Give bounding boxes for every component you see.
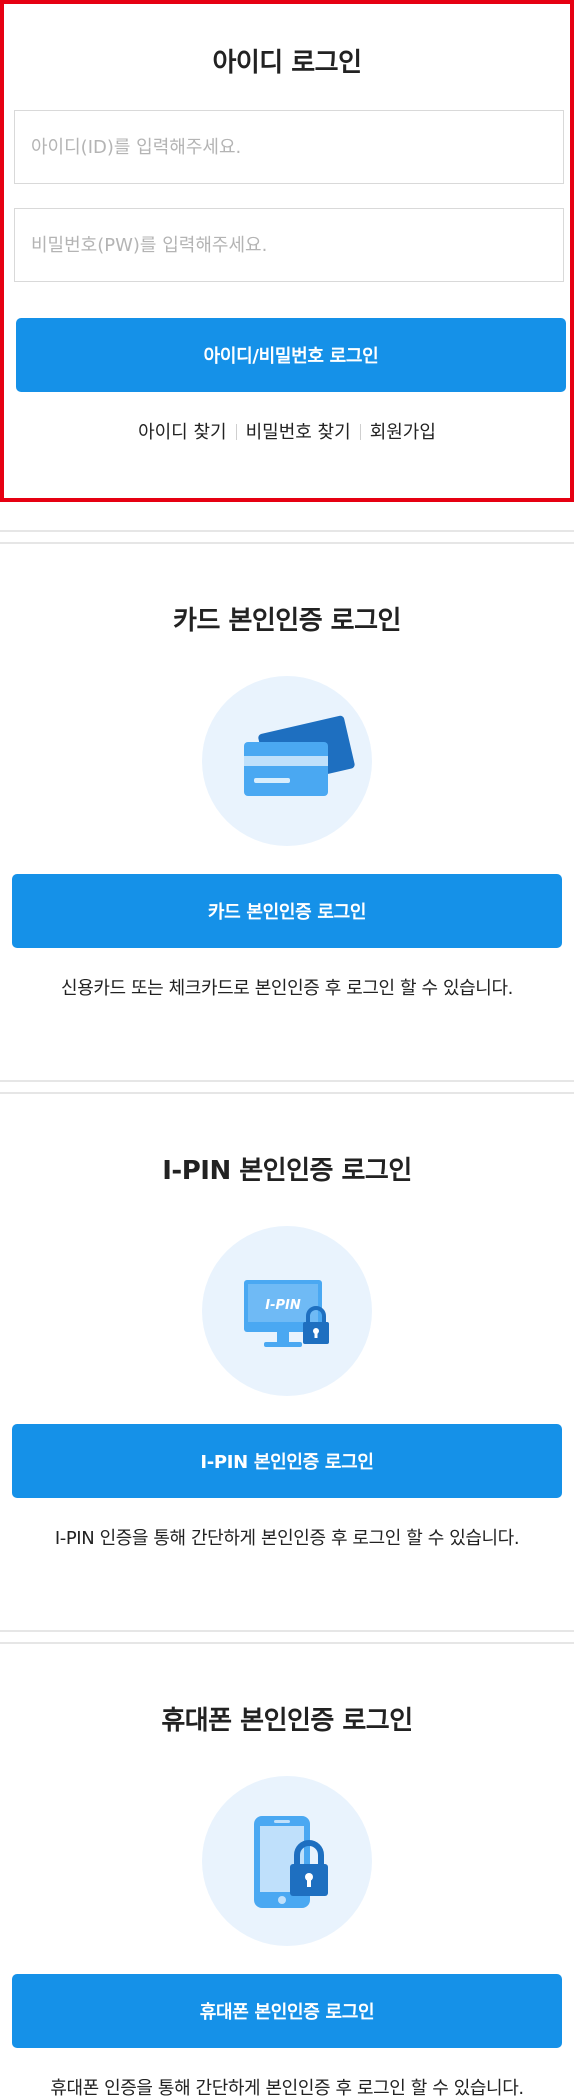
card-login-description: 신용카드 또는 체크카드로 본인인증 후 로그인 할 수 있습니다. xyxy=(61,978,513,999)
signup-link[interactable]: 회원가입 xyxy=(370,422,436,443)
ipin-login-section: I-PIN 본인인증 로그인 I-PIN I-PIN 본인인증 로그인 I-PI… xyxy=(0,1094,574,1634)
find-id-link[interactable]: 아이디 찾기 xyxy=(138,422,227,443)
id-login-title: 아이디 로그인 xyxy=(212,48,362,78)
phone-login-section: 휴대폰 본인인증 로그인 휴대폰 본인인증 로그인 휴대폰 인증을 통해 간단하… xyxy=(0,1644,574,2100)
ipin-icon-label: I-PIN xyxy=(265,1298,301,1313)
credit-card-icon xyxy=(202,676,372,846)
ipin-monitor-lock-icon: I-PIN xyxy=(202,1226,372,1396)
id-login-button[interactable]: 아이디/비밀번호 로그인 xyxy=(16,318,566,392)
ipin-login-button[interactable]: I-PIN 본인인증 로그인 xyxy=(12,1424,562,1498)
card-login-section: 카드 본인인증 로그인 카드 본인인증 로그인 신용카드 또는 체크카드로 본인… xyxy=(0,544,574,1084)
password-input[interactable] xyxy=(14,208,564,282)
ipin-login-description: I-PIN 인증을 통해 간단하게 본인인증 후 로그인 할 수 있습니다. xyxy=(54,1528,520,1549)
id-input[interactable] xyxy=(14,110,564,184)
login-page: 아이디 로그인 아이디/비밀번호 로그인 아이디 찾기 비밀번호 찾기 회원가입 카… xyxy=(0,0,574,2100)
card-login-button[interactable]: 카드 본인인증 로그인 xyxy=(12,874,562,948)
phone-lock-icon xyxy=(202,1776,372,1946)
link-separator xyxy=(359,424,361,440)
section-divider xyxy=(0,1630,574,1644)
link-separator xyxy=(235,424,237,440)
section-divider xyxy=(0,1080,574,1094)
card-login-title: 카드 본인인증 로그인 xyxy=(173,606,401,636)
find-password-link[interactable]: 비밀번호 찾기 xyxy=(246,422,351,443)
phone-login-title: 휴대폰 본인인증 로그인 xyxy=(161,1706,413,1736)
ipin-login-title: I-PIN 본인인증 로그인 xyxy=(162,1156,412,1186)
account-links: 아이디 찾기 비밀번호 찾기 회원가입 xyxy=(4,418,570,444)
phone-login-button[interactable]: 휴대폰 본인인증 로그인 xyxy=(12,1974,562,2048)
phone-login-description: 휴대폰 인증을 통해 간단하게 본인인증 후 로그인 할 수 있습니다. xyxy=(50,2078,524,2099)
id-login-section: 아이디 로그인 아이디/비밀번호 로그인 아이디 찾기 비밀번호 찾기 회원가입 xyxy=(0,0,574,502)
section-divider xyxy=(0,530,574,544)
